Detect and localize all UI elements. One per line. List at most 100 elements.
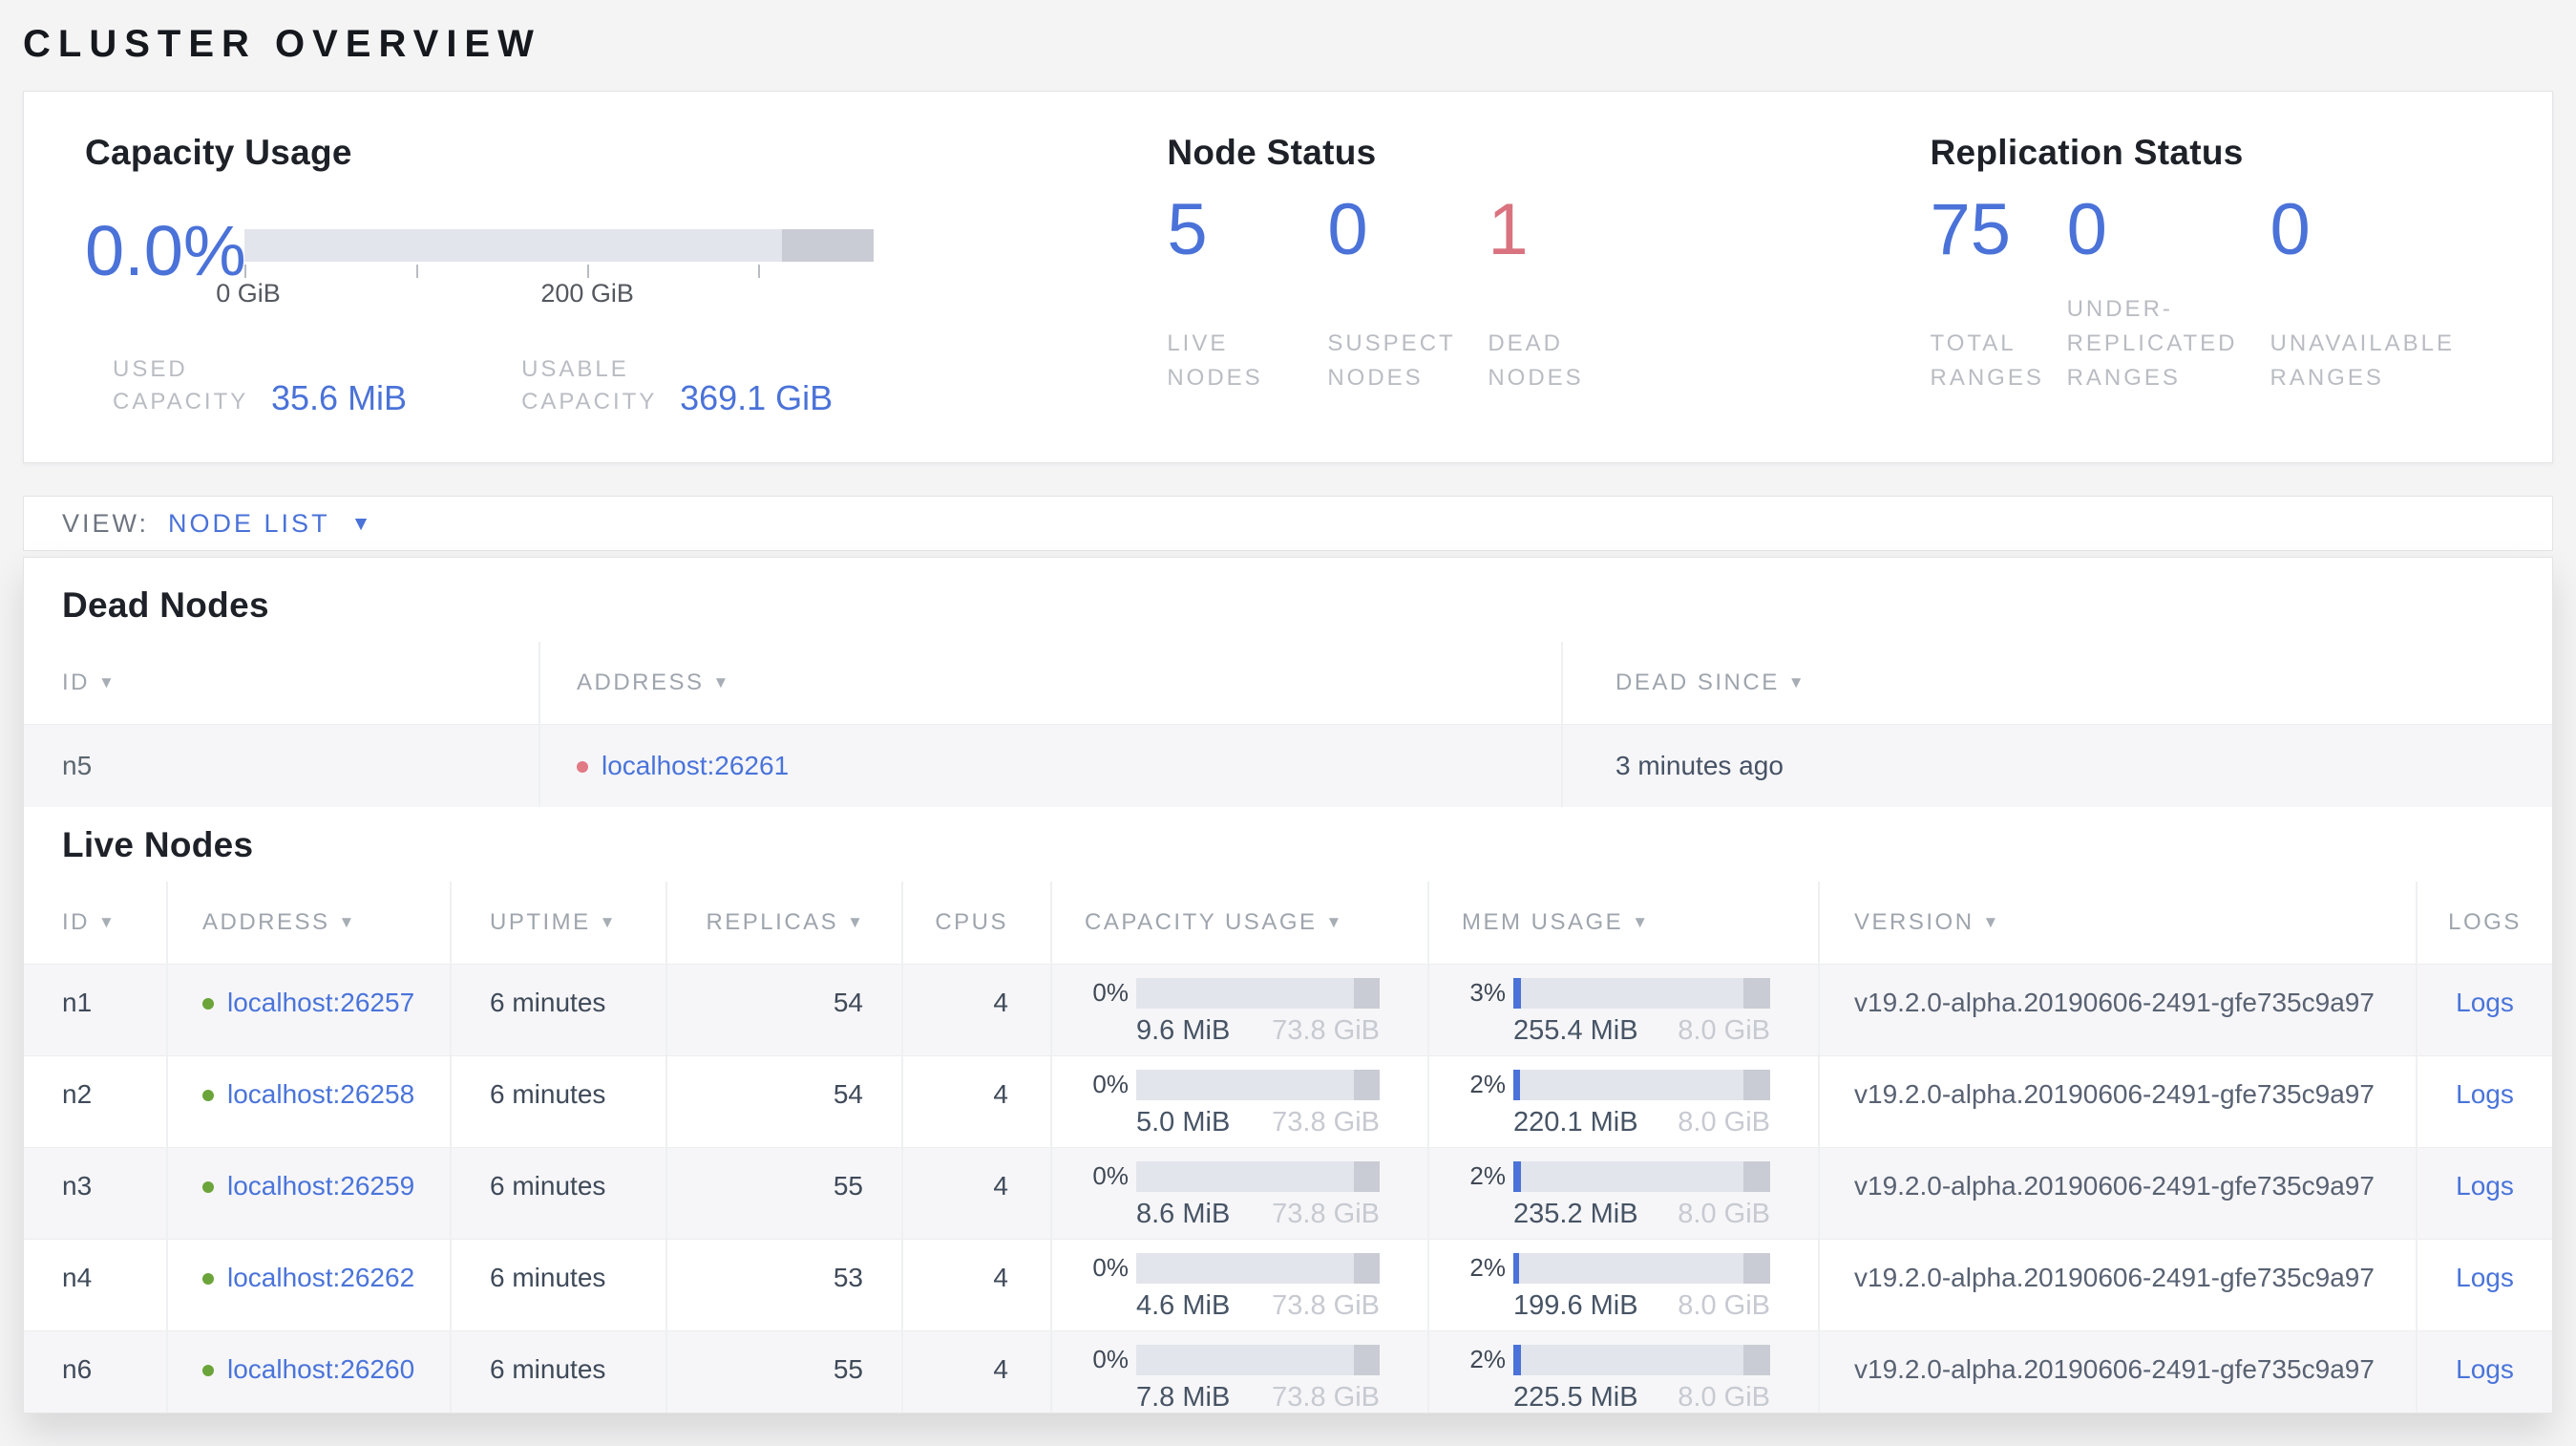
mem-percent: 2% xyxy=(1469,1345,1506,1373)
axis-tick xyxy=(587,265,590,278)
logs-link[interactable]: Logs xyxy=(2456,1171,2514,1201)
node-uptime: 6 minutes xyxy=(450,1147,666,1239)
capacity-bar-reserved-segment xyxy=(781,229,874,262)
node-mem-usage-cell: 2% 225.5 MiB 8.0 GiB xyxy=(1427,1330,1819,1413)
bar-fill xyxy=(1513,1160,1521,1192)
node-logs-cell: Logs xyxy=(2416,1055,2552,1147)
dead-node-address-link[interactable]: localhost:26261 xyxy=(602,751,789,780)
node-cpus: 4 xyxy=(901,1239,1051,1330)
used-capacity-stat: USED CAPACITY 35.6 MiB xyxy=(113,353,407,418)
capacity-used: 4.6 MiB xyxy=(1136,1289,1231,1321)
replication-status-section: Replication Status 75 TOTAL RANGES 0 UND… xyxy=(1903,130,2514,462)
dead-col-header-address[interactable]: ADDRESS ▼ xyxy=(538,642,1562,724)
nodes-panel: Dead Nodes ID ▼ ADDRESS ▼ DEAD SINCE ▼ n… xyxy=(23,557,2553,1414)
bar-fill xyxy=(1513,1252,1520,1284)
unavailable-count: 0 xyxy=(2270,189,2311,270)
dead-col-header-dead-since[interactable]: DEAD SINCE ▼ xyxy=(1561,642,2552,724)
node-logs-cell: Logs xyxy=(2416,964,2552,1055)
axis-label-zero: 0 GiB xyxy=(216,279,281,308)
page-title: CLUSTER OVERVIEW xyxy=(23,23,541,65)
node-address-link[interactable]: localhost:26260 xyxy=(227,1354,414,1384)
column-label: CPUS xyxy=(935,908,1008,935)
dead-node-dead-since: 3 minutes ago xyxy=(1561,724,2552,807)
under-replicated-label: UNDER-REPLICATED RANGES xyxy=(2066,296,2238,391)
col-header-cpus[interactable]: CPUS xyxy=(901,882,1051,964)
node-logs-cell: Logs xyxy=(2416,1147,2552,1239)
mem-used: 220.1 MiB xyxy=(1513,1106,1638,1138)
dead-nodes-stat: 1 DEAD NODES xyxy=(1488,191,1648,395)
mem-total: 8.0 GiB xyxy=(1678,1289,1770,1321)
dead-node-address-cell: localhost:26261 xyxy=(538,724,1562,807)
node-version: v19.2.0-alpha.20190606-2491-gfe735c9a97 xyxy=(1818,1055,2417,1147)
capacity-usage-chart: 0.0% 0 GiB 200 GiB xyxy=(85,216,1144,309)
column-label: VERSION xyxy=(1854,908,1974,935)
bar-reserved-segment xyxy=(1742,977,1770,1009)
node-capacity-usage-cell: 0% 4.6 MiB 73.8 GiB xyxy=(1050,1239,1428,1330)
capacity-bar: 0 GiB 200 GiB xyxy=(216,229,874,309)
capacity-percent: 0% xyxy=(1092,1345,1129,1373)
dead-node-row: n5 localhost:26261 3 minutes ago xyxy=(24,724,2552,807)
node-address-cell: localhost:26262 xyxy=(166,1239,451,1330)
node-uptime: 6 minutes xyxy=(450,964,666,1055)
col-header-mem-usage[interactable]: MEM USAGE ▼ xyxy=(1427,882,1819,964)
col-header-address[interactable]: ADDRESS ▼ xyxy=(166,882,451,964)
live-node-row: n2 localhost:26258 6 minutes 54 4 0% 5.0… xyxy=(24,1055,2552,1147)
node-address-link[interactable]: localhost:26262 xyxy=(227,1263,414,1292)
capacity-used: 8.6 MiB xyxy=(1136,1198,1231,1229)
logs-link[interactable]: Logs xyxy=(2456,1263,2514,1292)
node-mem-usage-cell: 3% 255.4 MiB 8.0 GiB xyxy=(1427,964,1819,1055)
mem-used: 199.6 MiB xyxy=(1513,1289,1638,1321)
logs-link[interactable]: Logs xyxy=(2456,1354,2514,1384)
node-cpus: 4 xyxy=(901,1330,1051,1413)
used-capacity-label: USED CAPACITY xyxy=(113,356,249,415)
column-label: ADDRESS xyxy=(202,908,330,935)
mem-total: 8.0 GiB xyxy=(1678,1106,1770,1138)
sort-arrow-icon: ▼ xyxy=(1325,912,1342,931)
live-nodes-heading: Live Nodes xyxy=(62,825,254,864)
node-address-link[interactable]: localhost:26258 xyxy=(227,1079,414,1109)
sort-arrow-icon: ▼ xyxy=(712,672,729,691)
capacity-total: 73.8 GiB xyxy=(1272,1198,1380,1229)
col-header-uptime[interactable]: UPTIME ▼ xyxy=(450,882,666,964)
capacity-percent: 0% xyxy=(1092,1253,1129,1282)
suspect-nodes-count: 0 xyxy=(1327,189,1368,270)
capacity-used: 7.8 MiB xyxy=(1136,1381,1231,1413)
total-ranges-label: TOTAL RANGES xyxy=(1930,330,2044,391)
dead-col-header-id[interactable]: ID ▼ xyxy=(24,642,539,724)
node-id: n1 xyxy=(62,987,93,1017)
col-header-logs: LOGS xyxy=(2416,882,2552,964)
logs-link[interactable]: Logs xyxy=(2456,1079,2514,1109)
node-mem-usage-cell: 2% 235.2 MiB 8.0 GiB xyxy=(1427,1147,1819,1239)
used-capacity-value: 35.6 MiB xyxy=(271,378,408,417)
bar-fill xyxy=(1513,977,1522,1009)
under-replicated-count: 0 xyxy=(2066,189,2107,270)
capacity-usage-bar xyxy=(1136,977,1380,1009)
view-selector-dropdown[interactable]: NODE LIST ▼ xyxy=(168,509,373,539)
capacity-usage-bar xyxy=(1136,1252,1380,1284)
node-replicas: 55 xyxy=(665,1147,902,1239)
mem-total: 8.0 GiB xyxy=(1678,1198,1770,1229)
usable-capacity-stat: USABLE CAPACITY 369.1 GiB xyxy=(521,353,833,418)
view-bar: VIEW: NODE LIST ▼ xyxy=(23,496,2553,551)
replication-status-title: Replication Status xyxy=(1930,133,2244,172)
logs-link[interactable]: Logs xyxy=(2456,988,2514,1017)
live-node-row: n4 localhost:26262 6 minutes 53 4 0% 4.6… xyxy=(24,1239,2552,1330)
mem-used: 225.5 MiB xyxy=(1513,1381,1638,1413)
col-header-replicas[interactable]: REPLICAS ▼ xyxy=(665,882,902,964)
capacity-total: 73.8 GiB xyxy=(1272,1106,1380,1138)
node-address-link[interactable]: localhost:26259 xyxy=(227,1171,414,1201)
bar-reserved-segment xyxy=(1354,1160,1380,1192)
col-header-capacity-usage[interactable]: CAPACITY USAGE ▼ xyxy=(1050,882,1428,964)
capacity-usage-bar xyxy=(1136,1344,1380,1375)
node-cpus: 4 xyxy=(901,964,1051,1055)
live-status-dot-icon xyxy=(202,1364,214,1376)
axis-label-200: 200 GiB xyxy=(540,279,634,308)
node-version: v19.2.0-alpha.20190606-2491-gfe735c9a97 xyxy=(1818,1147,2417,1239)
col-header-id[interactable]: ID ▼ xyxy=(24,882,167,964)
col-header-version[interactable]: VERSION ▼ xyxy=(1818,882,2417,964)
node-address-link[interactable]: localhost:26257 xyxy=(227,988,414,1017)
node-id: n2 xyxy=(62,1078,93,1109)
live-nodes-table: ID ▼ ADDRESS ▼ UPTIME ▼ REPLICAS ▼ CPUS CAPA… xyxy=(24,882,2552,1413)
capacity-percent: 0% xyxy=(1092,1161,1129,1190)
live-nodes-count: 5 xyxy=(1167,189,1208,270)
